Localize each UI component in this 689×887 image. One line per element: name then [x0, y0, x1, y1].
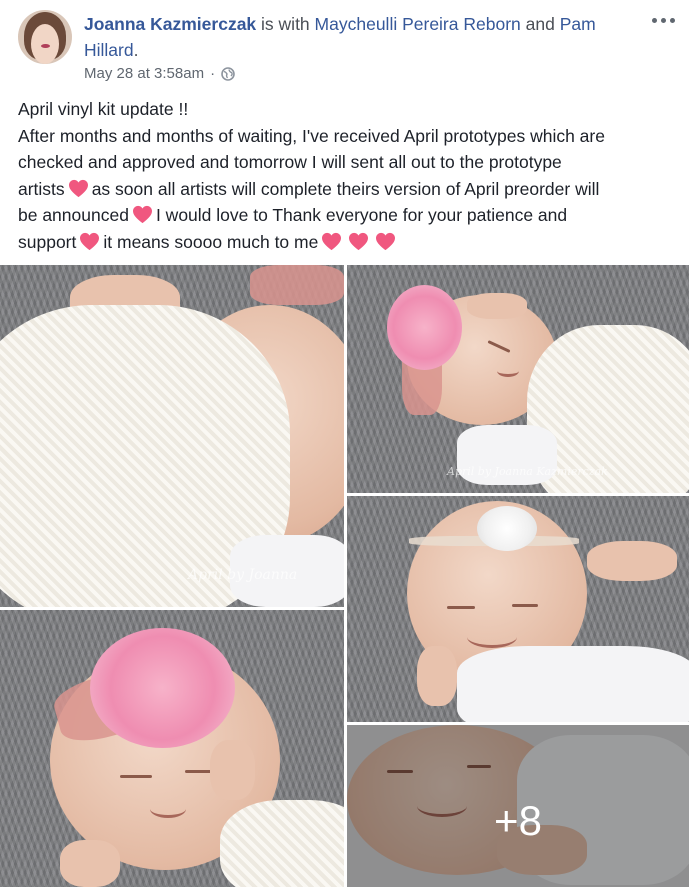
- photo-2[interactable]: April by Joanna Kazmierczak: [347, 265, 689, 493]
- post-line: After months and months of waiting, I've…: [18, 125, 605, 146]
- tagged-user-link-1[interactable]: Maycheulli Pereira Reborn: [315, 14, 521, 34]
- heart-emoji-icon: [376, 232, 396, 250]
- meta-separator: ·: [210, 65, 216, 82]
- and-text: and: [525, 14, 555, 34]
- post-meta: May 28 at 3:58am ·: [84, 65, 235, 82]
- post-line: be announced I would love to Thank everyo…: [18, 205, 568, 225]
- more-options-icon[interactable]: [650, 10, 678, 30]
- photo-3[interactable]: [0, 610, 344, 887]
- heart-emoji-icon: [132, 205, 152, 224]
- post-body: April vinyl kit update !! After months a…: [18, 96, 683, 255]
- more-photos-count: +8: [494, 797, 542, 844]
- post-line: artists as soon all artists will complete…: [18, 178, 600, 199]
- heart-emoji-icon: [68, 179, 88, 197]
- photo-5[interactable]: +8: [347, 725, 689, 887]
- post-line: April vinyl kit update !!: [18, 99, 189, 119]
- photo-4[interactable]: [347, 496, 689, 722]
- globe-icon[interactable]: [221, 66, 235, 81]
- photo-1[interactable]: April by Joanna: [0, 265, 344, 607]
- photo-watermark: April by Joanna Kazmierczak: [447, 465, 608, 478]
- with-text: is with: [261, 14, 310, 34]
- more-photos-overlay[interactable]: +8: [347, 725, 689, 887]
- post-line: checked and approved and tomorrow I will…: [18, 152, 562, 172]
- author-name-link[interactable]: Joanna Kazmierczak: [84, 14, 256, 34]
- photo-watermark: April by Joanna: [188, 567, 298, 583]
- attribution-period: .: [133, 40, 139, 60]
- photo-grid: April by Joanna April by Joanna Kazmierc…: [0, 265, 689, 887]
- post-attribution: Joanna Kazmierczak is with Maycheulli Pe…: [84, 11, 604, 63]
- author-avatar[interactable]: [18, 10, 72, 64]
- heart-emoji-icon: [80, 232, 100, 250]
- post-line: support it means soooo much to me: [18, 229, 683, 256]
- post-header: Joanna Kazmierczak is with Maycheulli Pe…: [0, 0, 689, 96]
- heart-emoji-icon: [349, 232, 369, 250]
- heart-emoji-icon: [322, 232, 342, 250]
- post-timestamp[interactable]: May 28 at 3:58am: [84, 65, 204, 82]
